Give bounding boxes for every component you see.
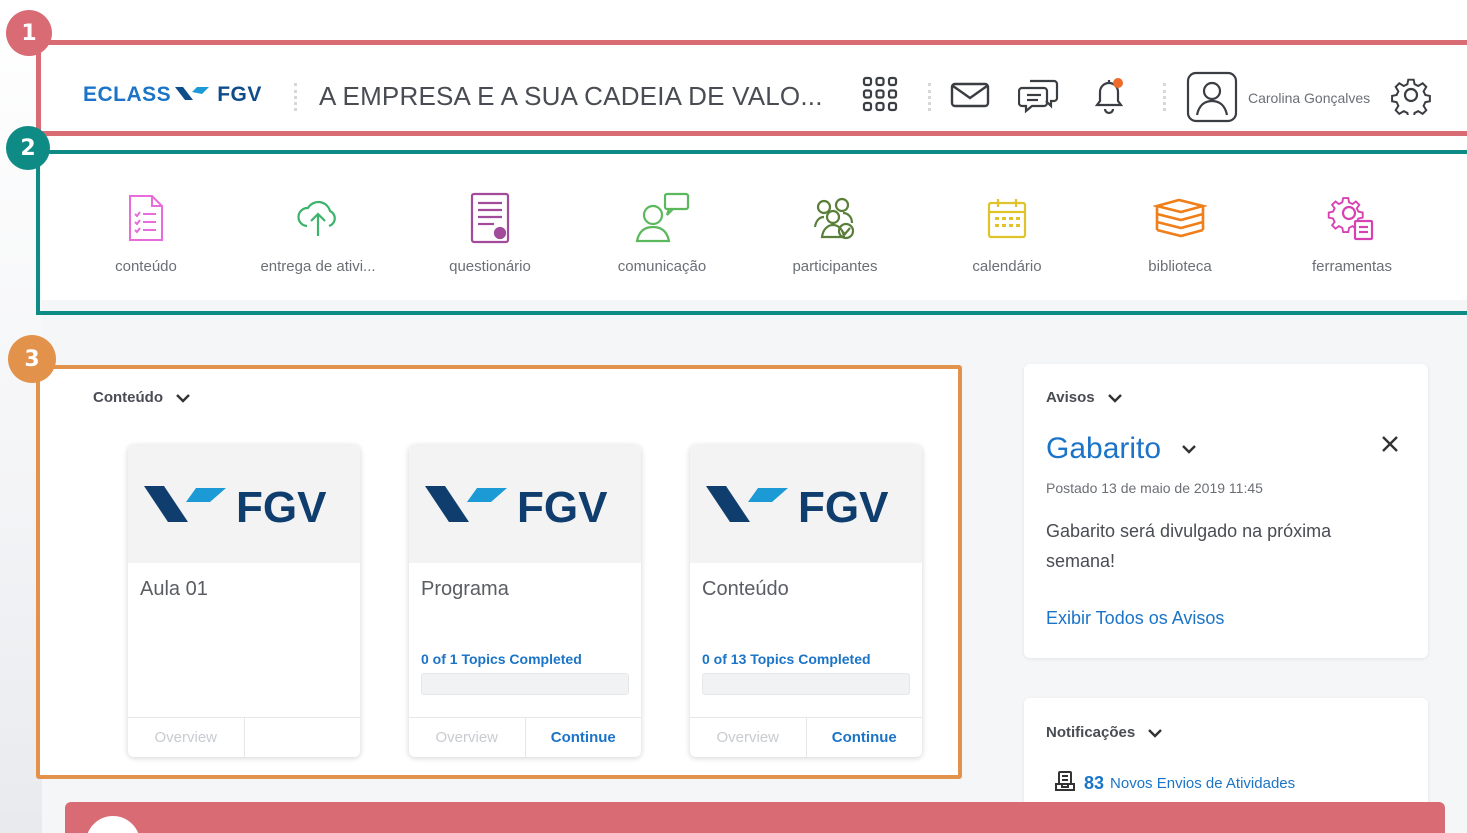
marker-1: 1 <box>6 10 52 56</box>
notifications-title: Notificações <box>1046 724 1136 741</box>
content-widget-header[interactable]: Conteúdo <box>93 389 191 406</box>
svg-text:FGV: FGV <box>517 483 608 526</box>
user-name[interactable]: Carolina Gonçalves <box>1248 90 1370 106</box>
overview-button[interactable]: Overview <box>690 718 807 757</box>
course-title[interactable]: A EMPRESA E A SUA CADEIA DE VALO... <box>319 81 823 112</box>
card-title: Conteúdo <box>702 578 789 600</box>
fgv-logo-icon: FGV <box>425 483 608 526</box>
notification-count: 83 <box>1084 772 1105 793</box>
content-widget-title: Conteúdo <box>93 389 163 406</box>
bell-icon[interactable] <box>1089 75 1129 117</box>
nav-label: entrega de ativi... <box>260 258 376 275</box>
overview-button[interactable]: Overview <box>409 718 526 757</box>
notification-item[interactable]: 83 Novos Envios de Atividades <box>1054 770 1295 796</box>
nav-item-participantes[interactable]: participantes <box>755 188 915 275</box>
card-title: Aula 01 <box>140 578 208 600</box>
fgv-mark-icon <box>175 83 210 107</box>
nav-item-calendario[interactable]: calendário <box>927 188 1087 275</box>
announcement-body: Gabarito será divulgado na próxima seman… <box>1046 521 1332 571</box>
announcements-title: Avisos <box>1046 389 1095 406</box>
card-actions: Overview Continue <box>409 717 641 757</box>
cloud-upload-icon <box>238 188 398 248</box>
card-thumbnail: FGV <box>690 445 922 563</box>
grid-icon[interactable] <box>861 75 899 113</box>
nav-item-ferramentas[interactable]: ferramentas <box>1272 188 1432 275</box>
top-header: ECLASS FGV A EMPRESA E A SUA CADEIA DE V… <box>41 45 1467 131</box>
nav-label: ferramentas <box>1311 258 1393 275</box>
progress-text: 0 of 1 Topics Completed <box>421 651 582 667</box>
document-list-icon <box>66 188 226 248</box>
chevron-down-icon[interactable] <box>175 393 191 403</box>
nav-label: comunicação <box>617 258 707 275</box>
dropbox-icon <box>1054 770 1076 796</box>
card-thumbnail: FGV <box>409 445 641 563</box>
calendar-icon <box>927 188 1087 248</box>
announcement-title[interactable]: Gabarito <box>1046 432 1197 466</box>
nav-label: questionário <box>449 258 531 275</box>
person-chat-icon <box>582 188 742 248</box>
svg-text:FGV: FGV <box>236 483 327 526</box>
svg-text:FGV: FGV <box>798 483 889 526</box>
header-divider <box>1163 83 1166 111</box>
progress-text: 0 of 13 Topics Completed <box>702 651 871 667</box>
course-card[interactable]: FGV Programa 0 of 1 Topics Completed Ove… <box>409 445 641 757</box>
fgv-logo-icon: FGV <box>706 483 889 526</box>
chevron-down-icon[interactable] <box>1147 728 1163 738</box>
nav-label: calendário <box>972 258 1042 275</box>
section-4-highlight <box>65 802 1445 833</box>
gear-doc-icon <box>1272 188 1432 248</box>
announcements-header[interactable]: Avisos <box>1046 389 1123 406</box>
card-actions: Overview <box>128 717 360 757</box>
nav-label: biblioteca <box>1148 258 1212 275</box>
header-divider <box>928 83 931 111</box>
group-icon <box>755 188 915 248</box>
nav-item-biblioteca[interactable]: biblioteca <box>1100 188 1260 275</box>
eclass-logo[interactable]: ECLASS FGV <box>83 83 262 107</box>
notifications-header[interactable]: Notificações <box>1046 724 1163 741</box>
header-divider <box>294 83 297 111</box>
overview-button[interactable]: Overview <box>128 718 245 757</box>
continue-button[interactable] <box>245 718 361 757</box>
view-all-announcements-link[interactable]: Exibir Todos os Avisos <box>1046 608 1224 629</box>
nav-item-questionario[interactable]: questionário <box>410 188 570 275</box>
continue-button[interactable]: Continue <box>807 718 923 757</box>
notification-text: Novos Envios de Atividades <box>1110 774 1296 792</box>
progress-bar <box>702 673 910 695</box>
nav-label: conteúdo <box>115 258 177 275</box>
close-icon[interactable] <box>1380 434 1400 459</box>
card-title: Programa <box>421 578 509 600</box>
quiz-icon <box>410 188 570 248</box>
card-actions: Overview Continue <box>690 717 922 757</box>
course-card[interactable]: FGV Conteúdo 0 of 13 Topics Completed Ov… <box>690 445 922 757</box>
chat-icon[interactable] <box>1018 75 1060 115</box>
announcement-title-text: Gabarito <box>1046 432 1162 465</box>
logo-fgv-text: FGV <box>217 83 262 106</box>
nav-label: participantes <box>792 258 878 275</box>
course-card[interactable]: FGV Aula 01 Overview <box>128 445 360 757</box>
books-stack-icon <box>1100 188 1260 248</box>
logo-eclass-text: ECLASS <box>83 83 172 106</box>
announcement-date: Postado 13 de maio de 2019 11:45 <box>1046 480 1263 496</box>
chevron-down-icon[interactable] <box>1107 393 1123 403</box>
nav-item-entrega[interactable]: entrega de ativi... <box>238 188 398 275</box>
nav-item-comunicacao[interactable]: comunicação <box>582 188 742 275</box>
chevron-down-icon[interactable] <box>1181 444 1197 454</box>
fgv-logo-icon: FGV <box>144 483 327 526</box>
continue-button[interactable]: Continue <box>526 718 642 757</box>
announcements-widget: Avisos Gabarito Postado 13 de maio de 20… <box>1024 364 1428 658</box>
nav-item-conteudo[interactable]: conteúdo <box>66 188 226 275</box>
mail-icon[interactable] <box>949 75 991 113</box>
marker-3: 3 <box>8 335 56 383</box>
avatar-icon[interactable] <box>1186 71 1238 123</box>
marker-2: 2 <box>6 126 50 170</box>
gear-icon[interactable] <box>1391 75 1431 115</box>
card-thumbnail: FGV <box>128 445 360 563</box>
progress-bar <box>421 673 629 695</box>
notifications-widget: Notificações 83 Novos Envios de Atividad… <box>1024 698 1428 818</box>
